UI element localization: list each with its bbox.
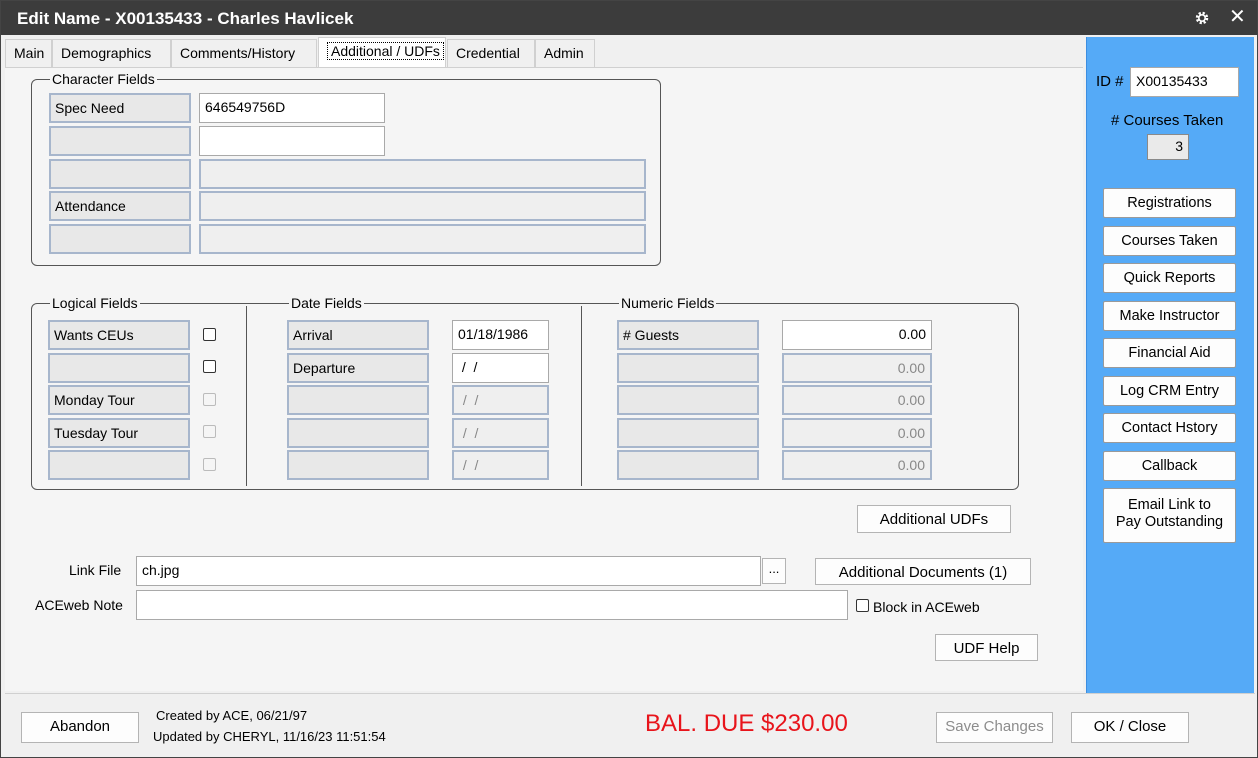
logical-checkbox-5	[203, 458, 216, 471]
date-field-1[interactable]: 01/18/1986	[452, 320, 549, 350]
logical-label-5	[48, 450, 190, 480]
logical-fields-legend: Logical Fields	[50, 295, 140, 311]
numeric-field-3: 0.00	[782, 385, 932, 415]
logical-label-3: Monday Tour	[48, 385, 190, 415]
contact-history-button[interactable]: Contact Hstory	[1103, 413, 1236, 443]
char-field-4	[199, 191, 646, 221]
email-link-line-2: Pay Outstanding	[1115, 514, 1224, 530]
logical-checkbox-3	[203, 393, 216, 406]
additional-documents-button[interactable]: Additional Documents (1)	[815, 558, 1031, 585]
log-crm-entry-button[interactable]: Log CRM Entry	[1103, 376, 1236, 406]
make-instructor-button[interactable]: Make Instructor	[1103, 301, 1236, 331]
registrations-button[interactable]: Registrations	[1103, 188, 1236, 218]
quick-reports-button[interactable]: Quick Reports	[1103, 263, 1236, 293]
char-field-5	[199, 224, 646, 254]
courses-taken-count: 3	[1147, 134, 1189, 160]
numeric-fields-legend: Numeric Fields	[619, 295, 717, 311]
link-file-label: Link File	[69, 562, 122, 578]
updated-by-text: Updated by CHERYL, 11/16/23 11:51:54	[153, 729, 386, 744]
date-field-5: / /	[452, 450, 549, 480]
courses-taken-label: # Courses Taken	[1111, 112, 1224, 129]
courses-taken-button[interactable]: Courses Taken	[1103, 226, 1236, 256]
title-bar: Edit Name - X00135433 - Charles Havlicek…	[1, 1, 1257, 35]
save-changes-button: Save Changes	[936, 712, 1053, 743]
right-panel: ID # X00135433 # Courses Taken 3 Registr…	[1086, 37, 1254, 693]
aceweb-note-input[interactable]	[136, 590, 848, 620]
udf-tab-content: Character Fields Spec Need 646549756D At…	[5, 67, 1083, 691]
block-in-aceweb-label: Block in ACEweb	[873, 599, 980, 615]
abandon-button[interactable]: Abandon	[21, 712, 139, 743]
ok-close-button[interactable]: OK / Close	[1071, 712, 1189, 743]
char-label-2	[49, 126, 191, 156]
udf-help-button[interactable]: UDF Help	[935, 634, 1038, 661]
numeric-field-4: 0.00	[782, 418, 932, 448]
date-field-2[interactable]: / /	[452, 353, 549, 383]
character-fields-legend: Character Fields	[50, 71, 157, 87]
numeric-label-1: # Guests	[617, 320, 759, 350]
date-field-3: / /	[452, 385, 549, 415]
id-field[interactable]: X00135433	[1130, 67, 1239, 97]
additional-udfs-button[interactable]: Additional UDFs	[857, 505, 1011, 533]
email-link-line-1: Email Link to	[1127, 497, 1211, 513]
aceweb-note-label: ACEweb Note	[35, 597, 123, 613]
tab-credential[interactable]: Credential	[447, 39, 535, 67]
financial-aid-button[interactable]: Financial Aid	[1103, 338, 1236, 368]
divider	[581, 306, 582, 486]
edit-name-window: Edit Name - X00135433 - Charles Havlicek…	[0, 0, 1258, 758]
numeric-label-3	[617, 385, 759, 415]
logical-checkbox-2[interactable]	[203, 360, 216, 373]
numeric-label-5	[617, 450, 759, 480]
logical-label-4: Tuesday Tour	[48, 418, 190, 448]
char-label-3	[49, 159, 191, 189]
tab-demographics[interactable]: Demographics	[52, 39, 171, 67]
close-icon[interactable]: ✕	[1229, 7, 1246, 27]
char-label-1: Spec Need	[49, 93, 191, 123]
date-label-4	[287, 418, 429, 448]
logical-label-1: Wants CEUs	[48, 320, 190, 350]
tab-additional-udfs[interactable]: Additional / UDFs	[318, 37, 446, 67]
char-field-3	[199, 159, 646, 189]
browse-button[interactable]: ...	[762, 558, 786, 584]
numeric-field-5: 0.00	[782, 450, 932, 480]
footer-bar: Abandon Created by ACE, 06/21/97 Updated…	[5, 693, 1255, 755]
numeric-label-4	[617, 418, 759, 448]
numeric-label-2	[617, 353, 759, 383]
date-label-2: Departure	[287, 353, 429, 383]
email-link-pay-outstanding-button[interactable]: Email Link to Pay Outstanding	[1103, 488, 1236, 543]
numeric-field-1[interactable]: 0.00	[782, 320, 932, 350]
char-label-5	[49, 224, 191, 254]
char-field-1[interactable]: 646549756D	[199, 93, 385, 123]
date-field-4: / /	[452, 418, 549, 448]
tab-bar: Main Demographics Comments/History Addit…	[5, 37, 1083, 67]
id-label: ID #	[1096, 73, 1124, 90]
window-title: Edit Name - X00135433 - Charles Havlicek	[17, 9, 354, 28]
tab-additional-udfs-label: Additional / UDFs	[327, 42, 444, 60]
logical-label-2	[48, 353, 190, 383]
balance-due: BAL. DUE $230.00	[645, 710, 848, 737]
char-label-4: Attendance	[49, 191, 191, 221]
date-fields-legend: Date Fields	[289, 295, 364, 311]
date-label-5	[287, 450, 429, 480]
tab-main[interactable]: Main	[5, 39, 52, 67]
logical-checkbox-1[interactable]	[203, 328, 216, 341]
tab-comments-history[interactable]: Comments/History	[171, 39, 317, 67]
callback-button[interactable]: Callback	[1103, 451, 1236, 481]
date-label-1: Arrival	[287, 320, 429, 350]
numeric-field-2: 0.00	[782, 353, 932, 383]
gear-icon[interactable]	[1193, 9, 1211, 27]
logical-checkbox-4	[203, 425, 216, 438]
char-field-2[interactable]	[199, 126, 385, 156]
tab-admin[interactable]: Admin	[535, 39, 595, 67]
block-in-aceweb-checkbox[interactable]	[856, 599, 869, 612]
link-file-input[interactable]: ch.jpg	[136, 556, 761, 586]
created-by-text: Created by ACE, 06/21/97	[156, 708, 308, 723]
divider	[246, 306, 247, 486]
date-label-3	[287, 385, 429, 415]
